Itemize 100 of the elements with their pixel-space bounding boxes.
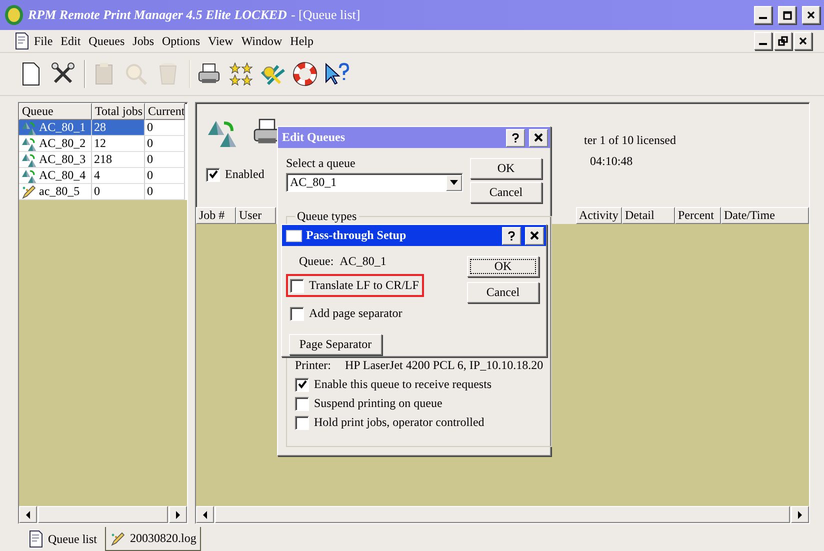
minimize-button[interactable]: [754, 6, 772, 24]
column-header[interactable]: Percent: [675, 207, 721, 224]
table-cell: 0: [147, 136, 153, 151]
cancel-button[interactable]: Cancel: [467, 282, 539, 303]
help-icon: [512, 132, 519, 142]
checkbox[interactable]: [295, 378, 309, 392]
checkbox-label: Enabled: [225, 167, 264, 182]
close-icon: [534, 133, 543, 142]
close-icon: [798, 36, 808, 46]
maximize-icon: [782, 10, 792, 20]
restore-icon: [778, 36, 788, 46]
minimize-icon: [759, 43, 767, 46]
close-button[interactable]: [802, 6, 820, 24]
dropdown-arrow-icon: [450, 180, 458, 185]
close-button[interactable]: [529, 128, 548, 146]
column-header[interactable]: Activity: [576, 207, 622, 224]
column-header[interactable]: Queue: [19, 103, 92, 120]
cancel-button[interactable]: Cancel: [470, 182, 542, 203]
window-icon: [286, 230, 302, 242]
close-icon: [530, 231, 539, 240]
queue-row[interactable]: AC_80_1 28 0: [19, 120, 187, 136]
scroll-thumb[interactable]: [38, 506, 168, 523]
network-icon: [21, 120, 37, 136]
queue-label: Queue:: [299, 254, 334, 269]
menu-item[interactable]: Window: [237, 34, 286, 48]
pen-icon: [21, 184, 37, 200]
queue-row[interactable]: AC_80_2 12 0: [19, 136, 187, 152]
network-icon: [21, 152, 37, 168]
scroll-thumb[interactable]: [215, 506, 790, 523]
lifebuoy-icon[interactable]: [293, 62, 317, 86]
new-page-icon[interactable]: [20, 62, 42, 86]
restore-button[interactable]: [774, 32, 792, 50]
column-header[interactable]: User: [236, 207, 276, 224]
document-icon: [14, 32, 30, 50]
checkbox[interactable]: [206, 168, 220, 182]
checkbox[interactable]: [290, 306, 304, 320]
menu-item[interactable]: Options: [158, 34, 204, 48]
queue-select[interactable]: AC_80_1: [286, 173, 463, 192]
tools-icon[interactable]: [51, 62, 75, 86]
menu-item[interactable]: Jobs: [128, 34, 158, 48]
table-cell: 0: [147, 184, 153, 199]
table-cell: 0: [94, 184, 100, 199]
column-header[interactable]: Total jobs: [92, 103, 145, 120]
menu-item[interactable]: Queues: [84, 34, 129, 48]
scroll-left-button[interactable]: [196, 506, 214, 523]
column-header[interactable]: Date/Time: [721, 207, 809, 224]
pen-icon: [110, 530, 126, 546]
license-text: ter 1 of 10 licensed: [584, 133, 676, 148]
menu-item[interactable]: Edit: [56, 34, 85, 48]
queue-name: AC_80_1: [340, 254, 386, 269]
tab[interactable]: 20030820.log: [105, 527, 202, 551]
queue-row[interactable]: ac_80_5 0 0: [19, 184, 187, 200]
checkbox-label: Suspend printing on queue: [314, 396, 442, 411]
stars-icon[interactable]: [229, 62, 253, 86]
dialog-title: Pass-through Setup: [306, 228, 406, 243]
queue-row[interactable]: AC_80_4 4 0: [19, 168, 187, 184]
help-button[interactable]: [502, 226, 521, 244]
left-arrow-icon: [25, 510, 31, 518]
scroll-right-button[interactable]: [169, 506, 187, 523]
right-arrow-icon: [797, 510, 803, 518]
tab-label: Queue list: [48, 532, 97, 546]
checkbox-label: Add page separator: [309, 306, 402, 321]
minimize-button[interactable]: [754, 32, 772, 50]
table-cell: 0: [147, 120, 153, 135]
dialog-title: Edit Queues: [282, 130, 346, 145]
queue-name: AC_80_4: [39, 168, 86, 183]
scroll-left-button[interactable]: [19, 506, 37, 523]
checkbox-label: Enable this queue to receive requests: [314, 377, 492, 392]
help-button[interactable]: [506, 128, 525, 146]
tab-label: 20030820.log: [130, 531, 196, 546]
checkbox-label: Translate LF to CR/LF: [309, 278, 419, 293]
checkbox[interactable]: [295, 396, 309, 410]
scroll-right-button[interactable]: [791, 506, 809, 523]
queue-name: AC_80_1: [39, 120, 86, 135]
close-icon: [806, 10, 816, 20]
field-label: Select a queue: [286, 156, 356, 171]
network-icon: [21, 168, 37, 184]
ok-button[interactable]: OK: [470, 158, 542, 179]
column-header[interactable]: Job #: [196, 207, 236, 224]
close-button[interactable]: [525, 226, 544, 244]
maximize-button[interactable]: [778, 6, 796, 24]
left-arrow-icon: [202, 510, 208, 518]
column-header[interactable]: Detail: [622, 207, 675, 224]
document-title: - [Queue list]: [290, 7, 360, 23]
menu-item[interactable]: Help: [286, 34, 318, 48]
key-icon[interactable]: [260, 62, 286, 86]
time-text: 04:10:48: [589, 154, 634, 169]
table-cell: 0: [147, 152, 153, 167]
tab[interactable]: Queue list: [24, 527, 101, 551]
help-pointer-icon[interactable]: [324, 62, 350, 86]
menu-item[interactable]: View: [204, 34, 238, 48]
queue-row[interactable]: AC_80_3 218 0: [19, 152, 187, 168]
menu-item[interactable]: File: [30, 34, 57, 48]
checkbox[interactable]: [290, 278, 304, 292]
page-separator-button[interactable]: Page Separator: [289, 334, 382, 355]
checkbox[interactable]: [295, 416, 309, 430]
close-button[interactable]: [794, 32, 812, 50]
queue-name: AC_80_3: [39, 152, 86, 167]
table-cell: 0: [147, 168, 153, 183]
ok-button[interactable]: OK: [467, 256, 539, 277]
